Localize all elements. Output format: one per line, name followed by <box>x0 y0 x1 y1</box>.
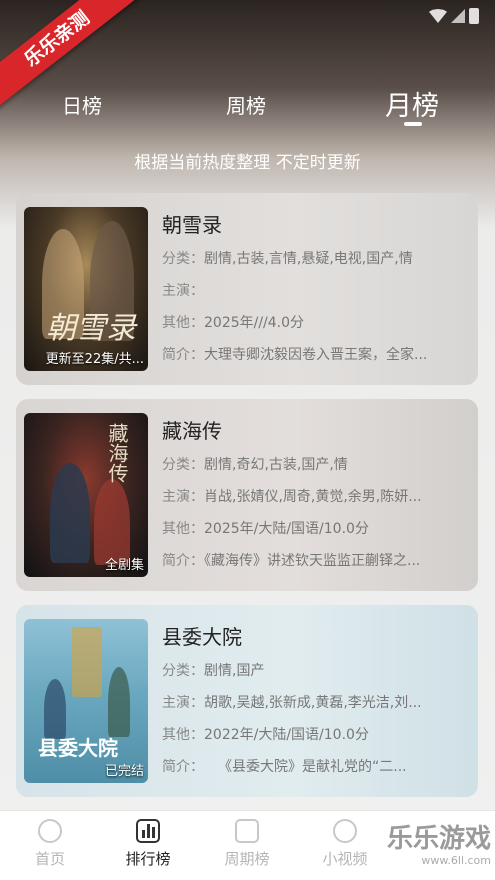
item-intro: 简介： 《县委大院》是献礼党的“二... <box>162 759 407 775</box>
rank-tabs: 日榜 周榜 月榜 <box>0 80 495 130</box>
item-genre: 分类：剧情,奇幻,古装,国产,情 <box>162 457 348 473</box>
poster-art-title: 藏海传 <box>105 423 129 483</box>
ranking-icon <box>136 819 160 843</box>
list-item[interactable]: 藏海传 全剧集 藏海传 分类：剧情,奇幻,古装,国产,情 主演：肖战,张婧仪,周… <box>16 399 478 591</box>
item-title[interactable]: 县委大院 <box>162 621 242 650</box>
item-intro: 简介：《藏海传》讲述钦天监监正蒯铎之... <box>162 553 421 569</box>
video-icon <box>333 819 357 843</box>
item-genre: 分类：剧情,古装,言情,悬疑,电视,国产,情 <box>162 251 413 267</box>
tab-daily[interactable]: 日榜 <box>62 90 102 119</box>
home-icon <box>38 819 62 843</box>
item-intro: 简介：大理寺卿沈毅因卷入晋王案，全家... <box>162 347 428 363</box>
active-tab-indicator <box>404 122 422 126</box>
wifi-icon <box>429 9 447 23</box>
subtitle: 根据当前热度整理 不定时更新 <box>134 153 361 173</box>
tab-weekly[interactable]: 周榜 <box>226 90 266 119</box>
item-genre: 分类：剧情,国产 <box>162 663 265 679</box>
poster-caption: 全剧集 <box>104 558 144 573</box>
poster-art-title: 县委大院 <box>38 736 118 760</box>
list-item[interactable]: 朝雪录 更新至22集/共... 朝雪录 分类：剧情,古装,言情,悬疑,电视,国产… <box>16 193 478 385</box>
list-item[interactable]: 县委大院 已完结 县委大院 分类：剧情,国产 主演：胡歌,吴越,张新成,黄磊,李… <box>16 605 478 797</box>
item-title[interactable]: 藏海传 <box>162 415 222 444</box>
poster-image[interactable]: 藏海传 全剧集 <box>24 413 148 577</box>
nav-periodic[interactable]: 周期榜 <box>207 819 287 869</box>
battery-icon <box>469 8 479 24</box>
poster-image[interactable]: 朝雪录 更新至22集/共... <box>24 207 148 371</box>
tab-monthly[interactable]: 月榜 <box>385 84 439 123</box>
nav-short-video[interactable]: 小视频 <box>305 819 385 869</box>
calendar-icon <box>235 819 259 843</box>
nav-home[interactable]: 首页 <box>10 819 90 869</box>
poster-art-title: 朝雪录 <box>46 311 136 346</box>
item-cast: 主演：胡歌,吴越,张新成,黄磊,李光洁,刘... <box>162 695 422 711</box>
poster-caption: 更新至22集/共... <box>45 352 144 367</box>
poster-image[interactable]: 县委大院 已完结 <box>24 619 148 783</box>
signal-icon <box>451 9 465 23</box>
item-title[interactable]: 朝雪录 <box>162 209 222 238</box>
brand-watermark: 乐乐游戏 www.6ll.com <box>386 824 491 867</box>
item-other: 其他：2025年/大陆/国语/10.0分 <box>162 521 369 537</box>
item-cast: 主演： <box>162 283 204 299</box>
item-other: 其他：2025年///4.0分 <box>162 315 305 331</box>
item-other: 其他：2022年/大陆/国语/10.0分 <box>162 727 369 743</box>
nav-ranking[interactable]: 排行榜 <box>108 819 188 869</box>
poster-caption: 已完结 <box>104 764 144 779</box>
item-cast: 主演：肖战,张婧仪,周奇,黄觉,余男,陈妍... <box>162 489 422 505</box>
